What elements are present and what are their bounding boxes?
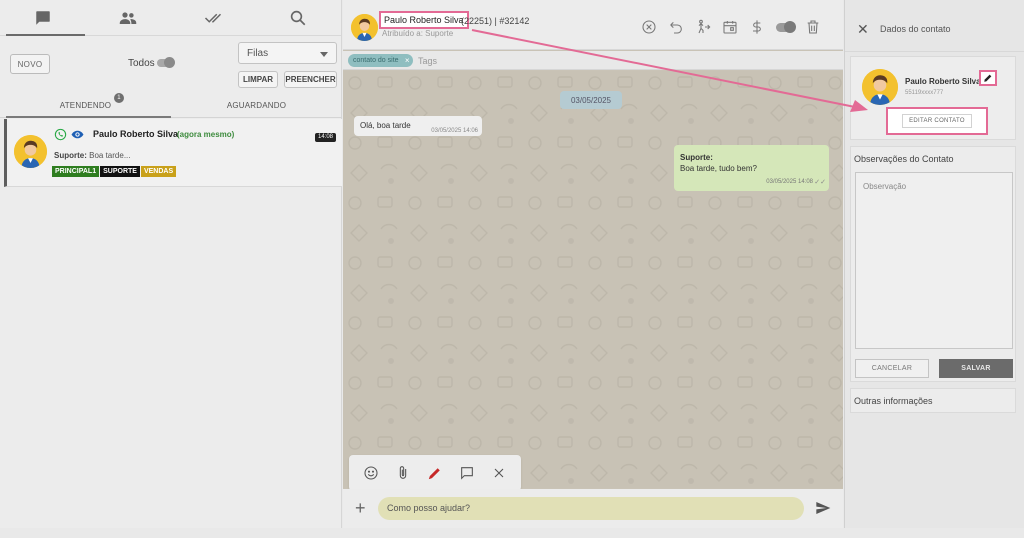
calendar-icon[interactable] <box>722 19 738 35</box>
chat-ticket-meta: (22251) | #32142 <box>461 16 530 26</box>
message-sender: Suporte: <box>680 153 713 162</box>
contact-notes-section: Observações do Contato Observação CANCEL… <box>850 146 1016 382</box>
tab-chats[interactable] <box>0 0 86 36</box>
left-nav-tabs <box>0 0 341 36</box>
message-composer: + Como posso ajudar? <box>343 489 843 528</box>
chat-actions <box>641 19 821 35</box>
quick-reply-icon[interactable] <box>459 465 475 481</box>
avatar <box>14 135 47 168</box>
contact-phone: 55119xxxx777 <box>905 90 944 96</box>
app: NOVO Todos Filas LIMPAR PREENCHER ATENDE… <box>0 0 1024 538</box>
edit-name-button[interactable] <box>979 70 997 86</box>
contact-card: Paulo Roberto Silva 55119xxxx777 EDITAR … <box>850 56 1016 140</box>
close-icon[interactable] <box>491 465 507 481</box>
close-icon[interactable]: ✕ <box>857 22 869 36</box>
atendendo-count-badge: 1 <box>114 93 124 103</box>
date-divider: 03/05/2025 <box>560 91 622 109</box>
chat-toggle[interactable] <box>776 20 796 33</box>
fill-button[interactable]: PREENCHER <box>284 71 337 88</box>
message-input[interactable]: Como posso ajudar? <box>378 497 804 520</box>
avatar[interactable] <box>351 14 378 41</box>
chat-icon <box>35 10 50 25</box>
tab-aguardando[interactable]: AGUARDANDO <box>171 94 342 117</box>
tags-input[interactable]: Tags <box>418 56 437 66</box>
messages-area: 03/05/2025 Olá, boa tarde 03/05/2025 14:… <box>343 71 843 488</box>
tab-atendendo[interactable]: ATENDENDO 1 <box>0 93 171 118</box>
send-icon[interactable] <box>815 500 831 516</box>
todos-label: Todos <box>128 58 155 69</box>
other-info-section[interactable]: Outras informações <box>850 388 1016 413</box>
tickets-panel: NOVO Todos Filas LIMPAR PREENCHER ATENDE… <box>0 0 342 528</box>
ticket-item[interactable]: Paulo Roberto Silva (agora mesmo) 14:08 … <box>4 119 342 187</box>
contact-details-header: ✕ Dados do contato <box>845 0 1024 52</box>
contact-details-panel: ✕ Dados do contato Paulo Roberto Silva 5… <box>844 0 1024 528</box>
emoji-icon[interactable] <box>363 465 379 481</box>
tab-search[interactable] <box>256 0 341 35</box>
status-tabs: ATENDENDO 1 AGUARDANDO <box>0 93 342 118</box>
tab-atendendo-label: ATENDENDO <box>59 101 112 110</box>
contact-details-title: Dados do contato <box>880 24 951 34</box>
cancel-button[interactable]: CANCELAR <box>855 359 929 378</box>
tags-bar: contato do site Tags <box>343 51 843 70</box>
eye-icon[interactable] <box>71 128 84 141</box>
ticket-contact-name: Paulo Roberto Silva <box>93 129 179 139</box>
tag-vendas: VENDAS <box>140 166 177 177</box>
avatar <box>862 69 898 105</box>
transfer-icon[interactable] <box>695 19 711 35</box>
save-button[interactable]: SALVAR <box>939 359 1013 378</box>
caret-down-icon <box>320 52 328 57</box>
whatsapp-icon <box>54 128 67 141</box>
edit-contact-button[interactable]: EDITAR CONTATO <box>886 107 988 135</box>
ticket-last-sender: Suporte: <box>54 151 87 160</box>
ticket-relative-time: (agora mesmo) <box>177 130 235 139</box>
notes-title: Observações do Contato <box>854 154 954 164</box>
tag-suporte: SUPORTE <box>100 166 140 177</box>
ticket-filters: NOVO Todos Filas LIMPAR PREENCHER <box>0 42 341 92</box>
tag-chip[interactable]: contato do site <box>348 54 413 67</box>
trash-icon[interactable] <box>805 19 821 35</box>
message-time: 03/05/2025 14:06 <box>431 128 478 134</box>
plus-icon[interactable]: + <box>355 498 366 519</box>
contact-name: Paulo Roberto Silva <box>905 77 981 86</box>
dollar-icon[interactable] <box>749 19 765 35</box>
new-ticket-button[interactable]: NOVO <box>10 54 50 74</box>
signature-pen-icon[interactable] <box>427 465 443 481</box>
message-incoming: Olá, boa tarde 03/05/2025 14:06 <box>354 116 482 136</box>
chat-contact-name[interactable]: Paulo Roberto Silva <box>379 11 469 29</box>
people-icon <box>119 11 137 24</box>
ticket-last-text: Boa tarde... <box>89 151 131 160</box>
tab-contacts[interactable] <box>85 0 170 35</box>
queues-select[interactable]: Filas <box>238 42 337 64</box>
todos-toggle[interactable] <box>157 57 175 68</box>
close-circle-icon[interactable] <box>641 19 657 35</box>
clear-button[interactable]: LIMPAR <box>238 71 278 88</box>
tab-aguardando-label: AGUARDANDO <box>226 101 287 110</box>
edit-contact-label: EDITAR CONTATO <box>902 114 972 128</box>
ticket-tags: PRINCIPAL1 SUPORTE VENDAS <box>52 166 177 177</box>
search-icon <box>291 10 306 25</box>
queues-select-value: Filas <box>247 48 269 59</box>
notes-textarea[interactable]: Observação <box>855 172 1013 349</box>
composer-toolbar <box>349 455 521 491</box>
ticket-icons <box>54 128 84 141</box>
undo-icon[interactable] <box>668 19 684 35</box>
message-outgoing: Suporte: Boa tarde, tudo bem? 03/05/2025… <box>674 145 829 191</box>
double-check-icon <box>205 13 222 23</box>
chat-panel: Paulo Roberto Silva (22251) | #32142 Atr… <box>343 0 843 528</box>
message-text: Olá, boa tarde <box>360 121 411 130</box>
attach-icon[interactable] <box>395 465 411 481</box>
pencil-icon <box>984 74 992 82</box>
tab-closed[interactable] <box>171 0 256 35</box>
message-time: 03/05/2025 14:08 <box>766 179 813 185</box>
ticket-last-message: Suporte: Boa tarde... <box>54 151 130 160</box>
chat-header: Paulo Roberto Silva (22251) | #32142 Atr… <box>343 0 843 50</box>
ticket-time-badge: 14:08 <box>314 133 336 142</box>
chat-assigned-to: Atribuído a: Suporte <box>382 29 454 38</box>
tag-principal1: PRINCIPAL1 <box>52 166 100 177</box>
read-ticks-icon: ✓✓ <box>814 179 826 186</box>
message-text: Boa tarde, tudo bem? <box>680 164 757 173</box>
